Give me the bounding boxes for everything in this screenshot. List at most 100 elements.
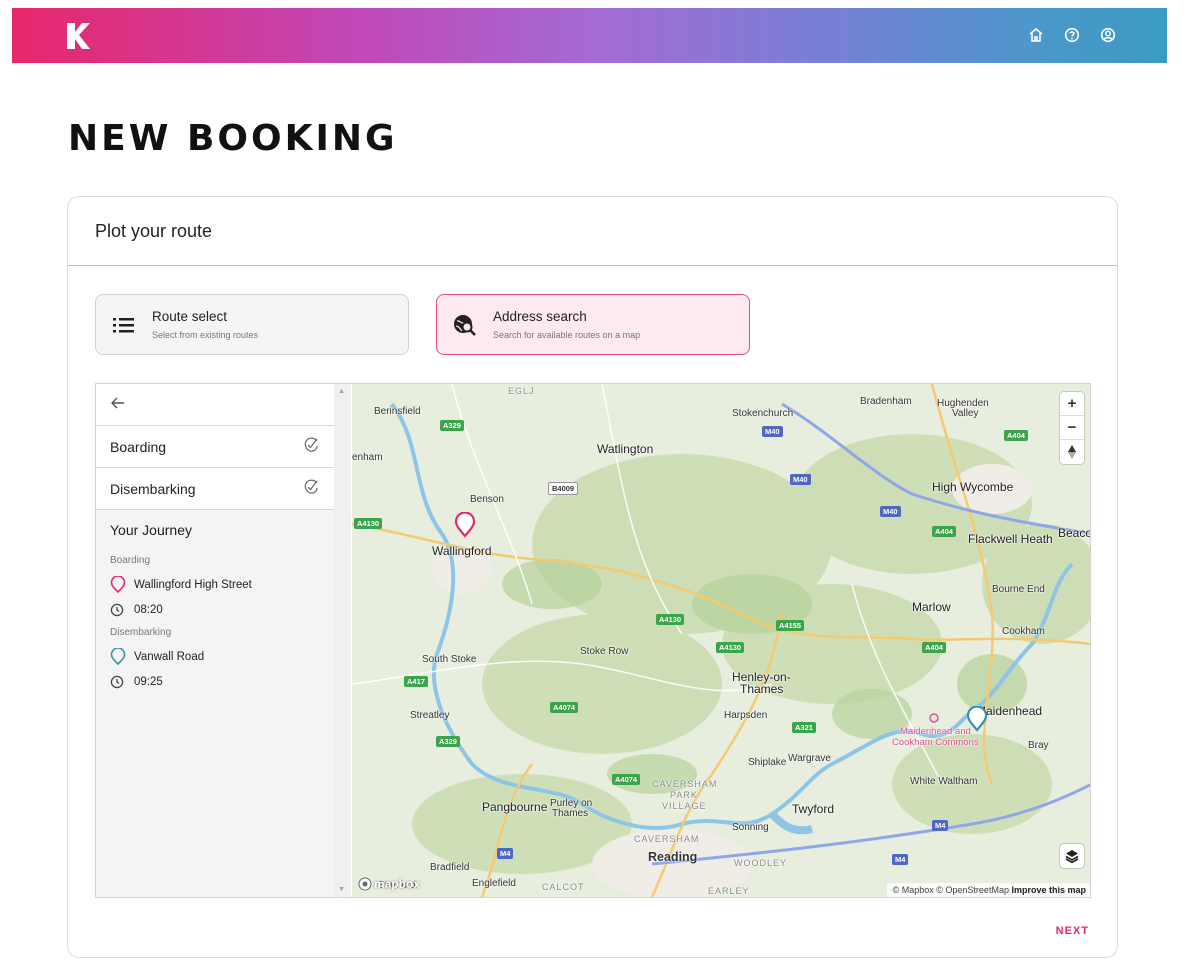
route-select-subtitle: Select from existing routes: [152, 330, 259, 340]
address-search-button[interactable]: Address search Search for available rout…: [436, 294, 750, 355]
route-panel: Boarding Disembarking Your Journey Board…: [95, 383, 1091, 898]
map-label: High Wycombe: [932, 480, 1014, 494]
layers-icon[interactable]: [1060, 844, 1084, 868]
scroll-up-icon[interactable]: ▲: [338, 388, 345, 395]
list-icon: [96, 314, 152, 336]
map-label: CAVERSHAM: [634, 834, 700, 844]
route-select-button[interactable]: Route select Select from existing routes: [95, 294, 409, 355]
route-select-title: Route select: [152, 309, 228, 324]
card-header: Plot your route: [68, 197, 1117, 266]
road-shield: A329: [440, 420, 464, 431]
map-label: WOODLEY: [734, 858, 788, 868]
compass-icon[interactable]: [1060, 440, 1084, 464]
road-shield: A4155: [776, 620, 805, 631]
road-shield: M4: [497, 848, 514, 859]
disembarking-heading: Disembarking: [110, 627, 172, 638]
disembarking-stop: Vanwall Road: [110, 648, 320, 666]
journey-sidebar: Boarding Disembarking Your Journey Board…: [96, 384, 334, 897]
road-shield: M40: [880, 506, 901, 517]
map-label: Stokenchurch: [732, 408, 794, 419]
map-label: Bourne End: [992, 584, 1045, 595]
arrow-left-icon: [110, 395, 126, 414]
map-label: South Stoke: [422, 654, 477, 665]
map-label: Marlow: [912, 600, 951, 614]
map-label: Bradenham: [860, 396, 912, 407]
map-pin-icon: [110, 576, 134, 594]
map-label: EARLEY: [708, 886, 750, 896]
road-shield: M4: [892, 854, 909, 865]
clock-icon: [110, 603, 134, 617]
map-label: Shiplake: [748, 757, 787, 768]
map-label: Flackwell Heath: [968, 532, 1053, 546]
map-label: Benson: [470, 494, 504, 505]
map-label: CALCOT: [542, 882, 585, 892]
boarding-time: 08:20: [110, 603, 320, 617]
map-attribution: © Mapbox © OpenStreetMap Improve this ma…: [886, 883, 1090, 897]
map-controls: + −: [1060, 392, 1084, 464]
map-label: Cookham Commons: [892, 737, 979, 748]
boarding-row[interactable]: Boarding: [96, 426, 334, 468]
road-shield: A321: [792, 722, 816, 733]
map-label: Valley: [952, 408, 979, 419]
k-logo-icon[interactable]: [65, 22, 91, 50]
mapbox-logo: mapbox: [358, 877, 420, 891]
improve-map-link[interactable]: Improve this map: [1011, 885, 1086, 895]
road-shield: M40: [762, 426, 783, 437]
road-shield: A4130: [354, 518, 383, 529]
map-label: Thames: [740, 682, 784, 696]
home-icon[interactable]: [1025, 24, 1047, 46]
map-label: White Waltham: [910, 776, 978, 787]
road-shield: A404: [1004, 430, 1028, 441]
map-label: Thames: [552, 808, 589, 819]
clock-icon: [110, 675, 134, 689]
address-search-title: Address search: [493, 309, 587, 324]
zoom-in-button[interactable]: +: [1060, 392, 1084, 416]
road-shield: M4: [932, 820, 949, 831]
scroll-down-icon[interactable]: ▼: [338, 886, 345, 893]
map-label: Berinsfield: [374, 406, 421, 417]
address-search-subtitle: Search for available routes on a map: [493, 330, 641, 340]
map-label: Streatley: [410, 710, 450, 721]
journey-title: Your Journey: [110, 522, 192, 538]
road-shield: A329: [436, 736, 460, 747]
zoom-out-button[interactable]: −: [1060, 416, 1084, 440]
help-icon[interactable]: [1061, 24, 1083, 46]
map-label: Cookham: [1002, 626, 1045, 637]
boarding-pin-icon[interactable]: [454, 511, 476, 543]
road-shield: A4074: [550, 702, 579, 713]
journey-summary: Your Journey Boarding Wallingford High S…: [96, 510, 334, 708]
map-label: Bray: [1028, 740, 1049, 751]
disembarking-time: 09:25: [110, 675, 320, 689]
map-label: Pangbourne: [482, 800, 548, 814]
check-location-icon: [302, 436, 320, 457]
road-shield: A404: [922, 642, 946, 653]
page-title: NEW BOOKING: [68, 118, 398, 159]
booking-card: Plot your route Route select Select from…: [67, 196, 1118, 958]
top-bar: [12, 8, 1167, 63]
osm-attribution-link[interactable]: © OpenStreetMap: [936, 885, 1009, 895]
map-terrain: [352, 384, 1090, 897]
account-icon[interactable]: [1097, 24, 1119, 46]
disembark-pin-icon[interactable]: [966, 705, 988, 737]
map-label: CAVERSHAM: [652, 779, 718, 789]
route-map[interactable]: Berinsfield enham Watlington Stokenchurc…: [352, 384, 1090, 897]
road-shield: M40: [790, 474, 811, 485]
disembarking-row[interactable]: Disembarking: [96, 468, 334, 510]
map-label: Twyford: [792, 802, 835, 816]
road-shield: A4074: [612, 774, 641, 785]
mapbox-attribution-link[interactable]: © Mapbox: [893, 885, 934, 895]
next-button[interactable]: NEXT: [1056, 925, 1089, 937]
sidebar-scrollbar[interactable]: ▲ ▼: [334, 384, 351, 897]
map-label: Stoke Row: [580, 646, 629, 657]
back-button[interactable]: [96, 384, 334, 426]
map-search-icon: [437, 312, 493, 338]
map-pin-icon: [110, 648, 134, 666]
boarding-stop: Wallingford High Street: [110, 576, 320, 594]
map-label: PARK: [670, 790, 698, 800]
map-label: Sonning: [732, 822, 769, 833]
map-label: Bradfield: [430, 862, 470, 873]
disembarking-row-label: Disembarking: [110, 480, 196, 497]
map-label: Maidenhead and: [900, 726, 971, 737]
road-shield: A4130: [716, 642, 745, 653]
road-shield: A404: [932, 526, 956, 537]
